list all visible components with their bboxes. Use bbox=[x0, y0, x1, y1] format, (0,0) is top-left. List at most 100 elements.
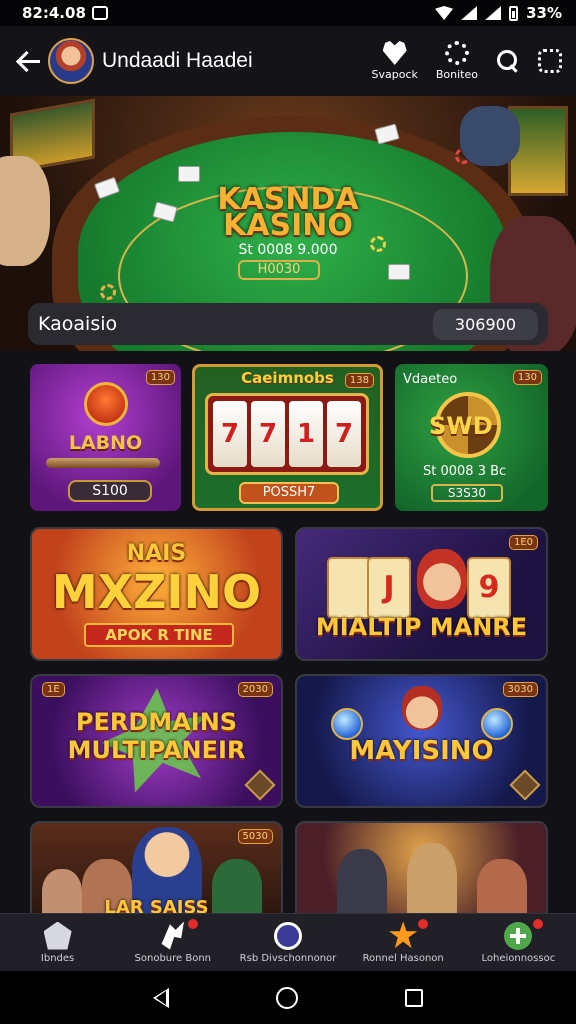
hero-value: St 0008 9.000 bbox=[238, 242, 338, 258]
game-tile-mxzino[interactable]: NAIS MXZINO APOK R TINE bbox=[30, 527, 283, 661]
diamond-icon bbox=[244, 769, 276, 801]
category-label: Kaoaisio bbox=[38, 313, 118, 335]
menu-icon[interactable] bbox=[538, 49, 562, 73]
poker-chip bbox=[100, 284, 116, 300]
chip-icon bbox=[444, 41, 469, 65]
game-title: MIALTIP MANRE bbox=[315, 613, 528, 641]
nav-label: Loheionnossoc bbox=[481, 952, 556, 964]
notification-dot bbox=[418, 918, 429, 929]
screen: 82:4.08 33% Undaadi Haadei Svapock Bonit… bbox=[0, 0, 576, 1024]
game-badge-left: 1E bbox=[42, 682, 65, 697]
game-title: SWD bbox=[429, 412, 493, 440]
character-figure bbox=[407, 843, 457, 919]
notification-dot bbox=[187, 918, 198, 929]
system-home-icon[interactable] bbox=[275, 986, 298, 1009]
dealer-portrait bbox=[417, 549, 467, 609]
joker-card bbox=[327, 557, 371, 619]
balance-amount[interactable]: 306900 bbox=[432, 308, 538, 340]
favorites-button[interactable]: Svapock bbox=[372, 41, 418, 81]
game-subtitle: Vdaeteo bbox=[403, 372, 458, 387]
hero-title-2: KASINO bbox=[223, 208, 353, 243]
favorites-label: Svapock bbox=[371, 68, 418, 81]
slot-reel: 7 bbox=[213, 401, 247, 467]
battery-icon bbox=[509, 5, 519, 21]
notification-icon bbox=[91, 6, 108, 20]
game-badge: 1E0 bbox=[508, 535, 538, 550]
system-nav-bar bbox=[0, 971, 576, 1024]
player-figure bbox=[460, 106, 520, 166]
plus-icon bbox=[504, 921, 533, 950]
game-title-2: MULTIPANEIR bbox=[67, 736, 246, 764]
game-tile-wheel[interactable]: 130 Vdaeteo SWD St 0008 3 Bc S3S30 bbox=[395, 364, 548, 511]
nav-label: Rsb Divschonnonor bbox=[239, 952, 337, 964]
game-play-button[interactable]: S100 bbox=[68, 480, 152, 502]
game-badge: 130 bbox=[145, 370, 175, 385]
battery-level: 33% bbox=[526, 4, 562, 22]
playing-card bbox=[388, 264, 410, 280]
game-badge: 130 bbox=[512, 370, 542, 385]
bonus-button[interactable]: Boniteo bbox=[436, 41, 478, 81]
game-tile-labno[interactable]: 130 LABNO S100 bbox=[30, 364, 181, 511]
star-icon bbox=[389, 921, 418, 949]
game-title-1: PERDMAINS bbox=[75, 708, 238, 736]
nav-label: Ibndes bbox=[40, 952, 75, 964]
nav-item-rewards[interactable]: Ronnel Hasonon bbox=[348, 918, 458, 964]
game-play-button[interactable]: POSSH7 bbox=[239, 482, 339, 504]
game-ribbon: APOK R TINE bbox=[84, 623, 234, 647]
app-bar: Undaadi Haadei Svapock Boniteo bbox=[0, 26, 576, 96]
slot-reels: 7 7 1 7 bbox=[205, 393, 369, 475]
status-time: 82:4.08 bbox=[22, 4, 86, 22]
slot-reel: 7 bbox=[251, 401, 285, 467]
bottom-nav: Ibndes Sonobure Bonn Rsb Divschonnonor R… bbox=[0, 913, 576, 971]
game-tile-crowd[interactable]: 5030 LAR SAISS bbox=[30, 821, 283, 921]
check-icon bbox=[273, 921, 302, 950]
system-back-icon[interactable] bbox=[153, 987, 170, 1008]
character-figure bbox=[477, 859, 527, 919]
avatar[interactable] bbox=[48, 38, 94, 84]
app-bar-actions: Svapock Boniteo bbox=[372, 41, 562, 81]
system-recents-icon[interactable] bbox=[404, 988, 423, 1007]
sports-icon bbox=[161, 921, 184, 950]
game-play-button[interactable]: S3S30 bbox=[431, 484, 503, 502]
progress-bar bbox=[46, 458, 160, 468]
nav-item-home[interactable]: Ibndes bbox=[3, 921, 113, 964]
slot-reel: 7 bbox=[327, 401, 361, 467]
game-tile-party[interactable] bbox=[295, 821, 548, 921]
category-bar[interactable]: Kaoaisio 306900 bbox=[28, 303, 548, 345]
heart-icon bbox=[382, 41, 407, 65]
playing-card: J bbox=[367, 557, 411, 619]
status-bar: 82:4.08 33% bbox=[0, 0, 576, 26]
nav-item-more[interactable]: Loheionnossoc bbox=[463, 918, 573, 964]
game-tile-multip-manre[interactable]: 1E0 J 9 MIALTIP MANRE bbox=[295, 527, 548, 661]
game-top-label: NAIS bbox=[126, 541, 187, 566]
hero-pill: H0030 bbox=[238, 260, 320, 280]
character-figure bbox=[337, 849, 387, 919]
playing-card: 9 bbox=[467, 557, 511, 619]
wifi-icon bbox=[435, 6, 454, 20]
search-icon[interactable] bbox=[496, 49, 520, 73]
slot-reel: 1 bbox=[289, 401, 323, 467]
game-title: MAYISINO bbox=[349, 736, 494, 766]
status-left: 82:4.08 bbox=[22, 4, 108, 22]
status-right: 33% bbox=[435, 4, 562, 22]
app-title: Undaadi Haadei bbox=[102, 49, 253, 72]
fire-orb-icon bbox=[84, 382, 128, 426]
signal-icon-2 bbox=[485, 6, 502, 20]
game-title: Caeimnobs bbox=[241, 369, 334, 387]
nav-item-discover[interactable]: Rsb Divschonnonor bbox=[233, 921, 343, 964]
game-tile-slots[interactable]: 138 Caeimnobs 7 7 1 7 POSSH7 bbox=[192, 364, 383, 511]
game-title: MXZINO bbox=[51, 565, 262, 619]
game-title: LABNO bbox=[68, 432, 143, 454]
notification-dot bbox=[533, 918, 544, 929]
game-badge: 2030 bbox=[237, 682, 273, 697]
playing-card bbox=[178, 166, 200, 182]
bonus-label: Boniteo bbox=[435, 68, 478, 81]
diamond-icon bbox=[509, 769, 541, 801]
nav-item-sports[interactable]: Sonobure Bonn bbox=[118, 918, 228, 964]
game-value: St 0008 3 Bc bbox=[423, 464, 507, 479]
game-tile-mayisino[interactable]: 3030 MAYISINO bbox=[295, 674, 548, 808]
game-tile-multiplayer[interactable]: 1E 2030 PERDMAINS MULTIPANEIR bbox=[30, 674, 283, 808]
back-arrow-icon[interactable] bbox=[14, 46, 44, 76]
game-badge: 5030 bbox=[237, 829, 273, 844]
signal-icon bbox=[461, 6, 478, 20]
